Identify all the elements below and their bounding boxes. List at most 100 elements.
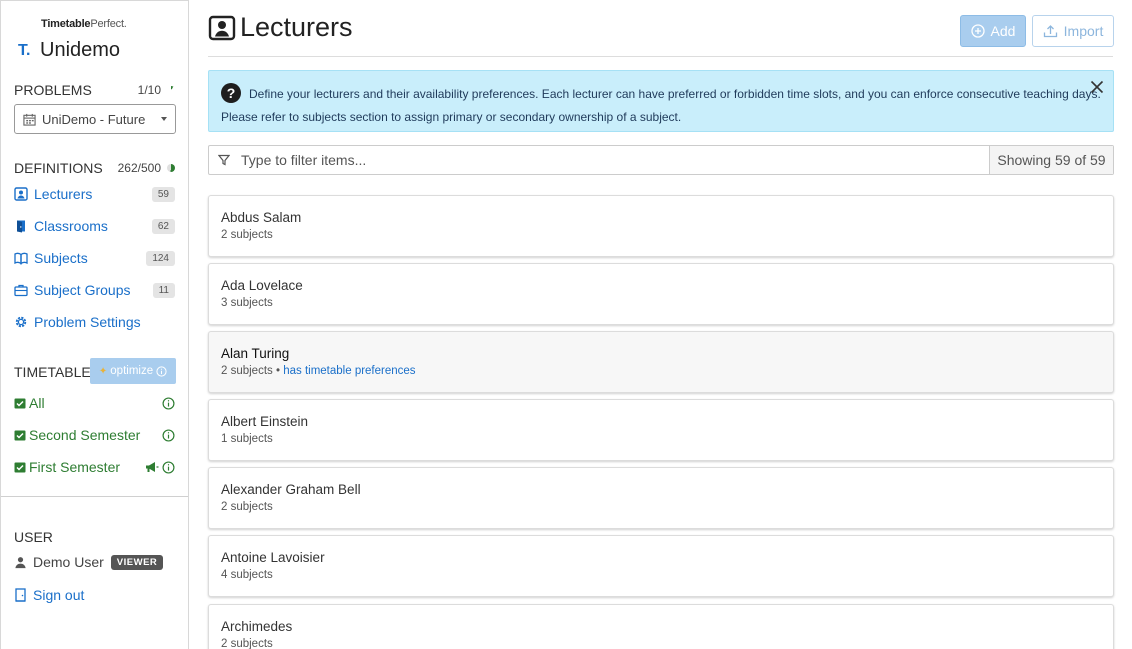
info-callout: ? Define your lecturers and their availa… [208, 70, 1114, 132]
info-circle-icon[interactable] [162, 460, 175, 474]
import-button[interactable]: Import [1032, 15, 1114, 47]
problems-header: PROBLEMS 1/10 [14, 82, 175, 98]
lecturer-meta: 2 subjects [221, 638, 273, 649]
sidebar-divider [1, 496, 188, 497]
sidebar-item-lecturers[interactable]: Lecturers 59 [14, 183, 175, 205]
problems-count-text: 1/10 [137, 83, 161, 97]
lecturer-meta: 2 subjects • has timetable preferences [221, 365, 416, 377]
title-divider [208, 56, 1113, 57]
timetables-header: TIMETABLES [14, 364, 100, 380]
close-icon[interactable] [1089, 79, 1105, 95]
lecturer-card[interactable]: Alexander Graham Bell 2 subjects [208, 467, 1114, 529]
timetable-label: All [29, 395, 45, 411]
filter-bar: Showing 59 of 59 [208, 145, 1114, 175]
info-text-line1: Define your lecturers and their availabi… [249, 87, 1101, 101]
definitions-count: 262/500 [118, 161, 175, 175]
sidebar-item-classrooms[interactable]: Classrooms 62 [14, 215, 175, 237]
lecturer-icon [14, 187, 28, 201]
user-name: Demo User [33, 554, 104, 570]
subject-count: 2 subjects [221, 365, 273, 377]
timetable-item-first-semester[interactable]: First Semester [14, 456, 175, 478]
subject-count: 3 subjects [221, 297, 273, 309]
subject-count: 1 subjects [221, 433, 273, 445]
problem-select-value: UniDemo - Future [42, 111, 146, 127]
sidebar-item-problem-settings[interactable]: Problem Settings [14, 311, 175, 333]
sparkle-icon: ✦ [98, 365, 108, 377]
definitions-usage-pie-icon [167, 164, 175, 172]
bullet-separator: • [275, 365, 281, 377]
briefcase-icon [14, 284, 28, 297]
problems-title: PROBLEMS [14, 82, 92, 98]
lecturer-card[interactable]: Abdus Salam 2 subjects [208, 195, 1114, 257]
user-title: USER [14, 529, 53, 545]
brand-wordmark-rest: Perfect. [90, 18, 127, 30]
add-label: Add [990, 23, 1016, 39]
preferences-indicator: has timetable preferences [283, 365, 416, 377]
lecturer-meta: 2 subjects [221, 501, 273, 513]
sidebar-item-label: Classrooms [34, 218, 108, 234]
workspace-brand[interactable]: T. Unidemo [18, 39, 120, 62]
calendar-check-icon [14, 462, 26, 473]
problem-select[interactable]: UniDemo - Future [14, 104, 176, 134]
user-header: USER [14, 529, 175, 545]
sign-out-link[interactable]: Sign out [14, 584, 175, 606]
subject-count: 2 subjects [221, 229, 273, 241]
person-icon [15, 556, 26, 568]
definitions-header: DEFINITIONS 262/500 [14, 160, 175, 176]
optimize-button[interactable]: ✦ optimize [90, 358, 176, 384]
filter-input[interactable] [239, 152, 989, 168]
count-badge: 124 [146, 250, 175, 266]
lecturer-card[interactable]: Albert Einstein 1 subjects [208, 399, 1114, 461]
subject-count: 4 subjects [221, 569, 273, 581]
info-circle-icon[interactable] [162, 428, 175, 442]
subject-count: 2 subjects [221, 501, 273, 513]
book-icon [14, 252, 28, 265]
role-badge: VIEWER [110, 554, 164, 570]
sign-out-icon [15, 588, 26, 602]
lecturer-name: Alexander Graham Bell [221, 482, 361, 497]
lecturer-name: Archimedes [221, 619, 293, 634]
definitions-count-text: 262/500 [117, 161, 161, 175]
page-title-text: Lecturers [240, 12, 353, 42]
page-title: Lecturers [208, 12, 353, 43]
lecturer-card[interactable]: Alan Turing 2 subjects • has timetable p… [208, 331, 1114, 393]
count-badge: 59 [151, 186, 175, 202]
sidebar-item-subject-groups[interactable]: Subject Groups 11 [14, 279, 175, 301]
megaphone-icon[interactable] [145, 461, 159, 473]
filter-icon [209, 154, 239, 166]
lecturer-card[interactable]: Ada Lovelace 3 subjects [208, 263, 1114, 325]
lecturer-card[interactable]: Archimedes 2 subjects [208, 604, 1114, 649]
user-info: Demo User VIEWER [14, 554, 164, 570]
upload-icon [1043, 25, 1057, 38]
showing-count: Showing 59 of 59 [989, 146, 1113, 174]
sidebar-item-subjects[interactable]: Subjects 124 [14, 247, 175, 269]
lecturer-meta: 3 subjects [221, 297, 273, 309]
main-content: Lecturers Add Import ? Define your lectu… [189, 0, 1132, 649]
optimize-label: optimize [110, 365, 154, 377]
calendar-check-icon [14, 430, 26, 441]
door-icon [17, 220, 25, 233]
lecturer-name: Albert Einstein [221, 414, 309, 429]
timetable-label: Second Semester [29, 427, 141, 443]
timetable-label: First Semester [29, 459, 121, 475]
calendar-check-icon [14, 398, 26, 409]
timetable-item-all[interactable]: All [14, 392, 175, 414]
timetables-title: TIMETABLES [14, 364, 101, 380]
add-button[interactable]: Add [960, 15, 1026, 47]
brand-logo: T. [18, 41, 31, 59]
lecturer-meta: 2 subjects [221, 229, 273, 241]
count-badge: 11 [152, 282, 175, 298]
lecturer-meta: 4 subjects [221, 569, 273, 581]
info-icon [156, 365, 167, 377]
info-circle-icon[interactable] [162, 396, 175, 410]
brand-wordmark: TimetablePerfect. [41, 18, 127, 30]
timetable-item-second-semester[interactable]: Second Semester [14, 424, 175, 446]
problems-count: 1/10 [138, 83, 175, 97]
sidebar-item-label: Subject Groups [34, 282, 131, 298]
lecturer-name: Ada Lovelace [221, 278, 303, 293]
lecturer-icon [208, 15, 236, 40]
lecturer-card[interactable]: Antoine Lavoisier 4 subjects [208, 535, 1114, 597]
chevron-down-icon [161, 117, 167, 121]
sidebar-item-label: Problem Settings [34, 314, 141, 330]
subject-count: 2 subjects [221, 638, 273, 649]
